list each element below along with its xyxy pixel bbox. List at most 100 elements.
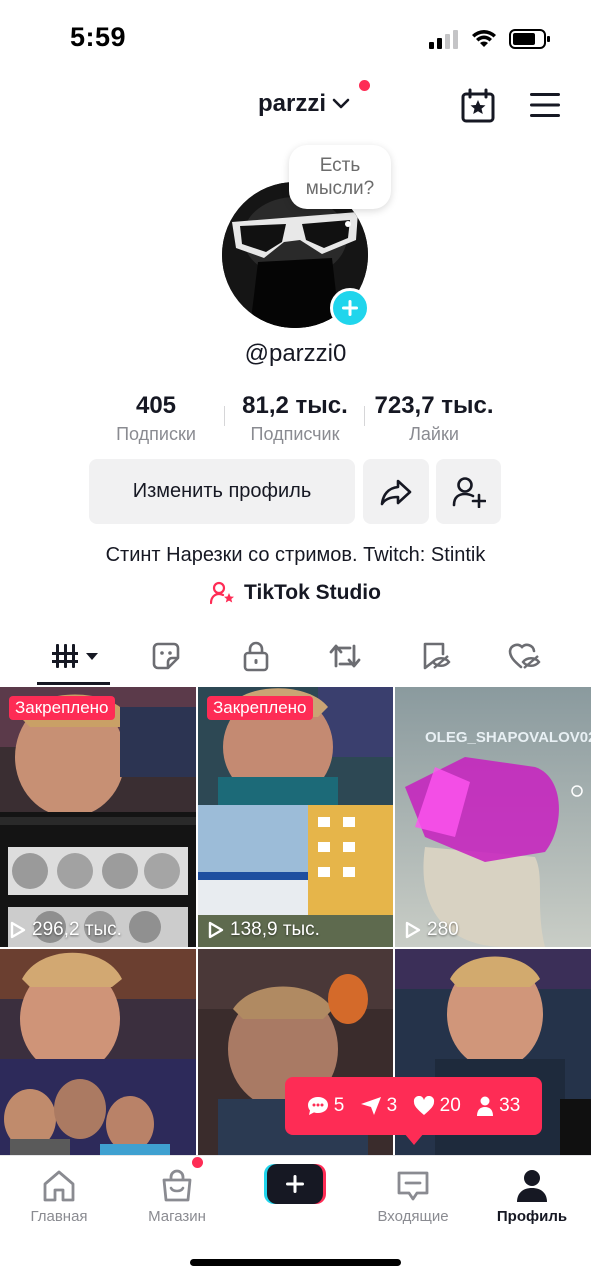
header-username: parzzi	[258, 90, 327, 117]
toast-shares-count: 3	[386, 1095, 398, 1116]
wifi-icon	[472, 30, 496, 47]
person-icon	[477, 1096, 494, 1116]
pinned-badge: Закреплено	[9, 696, 115, 720]
play-icon	[208, 921, 224, 939]
tab-reposts[interactable]	[315, 630, 375, 682]
stat-divider	[224, 406, 225, 426]
toast-pointer	[404, 1133, 424, 1145]
heart-icon	[413, 1096, 434, 1115]
stat-followers-value: 81,2 тыс.	[242, 392, 348, 419]
nav-profile-label: Профиль	[496, 1208, 568, 1225]
pinned-badge: Закреплено	[207, 696, 313, 720]
nav-shop[interactable]: Магазин	[127, 1164, 227, 1225]
stat-likes-value: 723,7 тыс.	[374, 392, 494, 419]
comment-icon	[307, 1097, 328, 1115]
stat-followers[interactable]: 81,2 тыс. Подписчик	[231, 392, 359, 445]
shopping-bag-icon	[162, 1169, 192, 1202]
status-bar: 5:59	[0, 0, 591, 80]
view-count-text: 280	[427, 919, 459, 940]
activity-notification[interactable]: 5 3 20 33	[285, 1077, 542, 1135]
video-thumbnail[interactable]: Закреплено 138,9 тыс.	[198, 687, 393, 947]
thumbnail-image	[198, 687, 393, 947]
heart-hidden-icon	[508, 643, 541, 669]
account-notification-dot	[359, 80, 370, 91]
video-thumbnail[interactable]: OLEG_SHAPOVALOV02 280	[395, 687, 591, 947]
play-icon	[10, 921, 26, 939]
thumbnail-image: OLEG_SHAPOVALOV02	[395, 687, 591, 947]
add-story-button[interactable]	[330, 288, 370, 328]
profile-stats: 405 Подписки 81,2 тыс. Подписчик 723,7 т…	[0, 392, 591, 452]
tab-liked[interactable]	[494, 630, 554, 682]
nav-inbox[interactable]: Входящие	[363, 1164, 463, 1225]
view-count: 296,2 тыс.	[10, 919, 122, 941]
tab-favorites[interactable]	[405, 630, 465, 682]
thought-bubble[interactable]: Есть мысли?	[289, 145, 391, 209]
battery-icon	[509, 29, 550, 49]
view-count: 138,9 тыс.	[208, 919, 320, 941]
toast-likes-count: 20	[439, 1095, 461, 1116]
play-icon	[405, 921, 421, 939]
tab-private[interactable]	[226, 630, 286, 682]
tab-videos[interactable]	[44, 630, 104, 682]
profile-header: parzzi	[0, 80, 591, 132]
status-time: 5:59	[70, 22, 127, 52]
stat-divider	[364, 406, 365, 426]
stat-following[interactable]: 405 Подписки	[95, 392, 217, 445]
send-icon	[360, 1097, 381, 1115]
overlay-watermark: OLEG_SHAPOVALOV02	[425, 729, 591, 746]
inbox-icon	[397, 1171, 429, 1201]
thought-bubble-text: Есть мысли?	[305, 155, 375, 199]
toast-shares: 3	[360, 1095, 398, 1117]
stat-likes[interactable]: 723,7 тыс. Лайки	[366, 392, 502, 445]
add-user-icon	[452, 476, 486, 508]
toast-followers-count: 33	[499, 1095, 521, 1116]
home-indicator[interactable]	[190, 1259, 401, 1266]
add-friend-button[interactable]	[436, 459, 501, 524]
profile-icon	[517, 1170, 547, 1202]
home-icon	[43, 1170, 75, 1202]
share-profile-button[interactable]	[363, 459, 429, 524]
tiktok-studio-link[interactable]: TikTok Studio	[0, 581, 591, 605]
stat-following-value: 405	[135, 392, 177, 419]
view-count-text: 296,2 тыс.	[32, 919, 122, 940]
toast-followers: 33	[476, 1095, 520, 1117]
menu-icon[interactable]	[530, 92, 560, 118]
thumbnail-image	[0, 687, 196, 947]
edit-profile-button[interactable]: Изменить профиль	[89, 459, 355, 524]
toast-comments-count: 5	[333, 1095, 345, 1116]
stat-followers-label: Подписчик	[250, 424, 340, 444]
stat-following-label: Подписки	[116, 424, 196, 444]
toast-likes: 20	[413, 1095, 461, 1117]
active-tab-indicator	[37, 682, 110, 685]
lock-icon	[243, 641, 269, 672]
signal-icon	[429, 30, 458, 49]
status-icons	[429, 28, 551, 50]
view-count-text: 138,9 тыс.	[230, 919, 320, 940]
nav-profile[interactable]: Профиль	[482, 1164, 582, 1225]
video-thumbnail[interactable]	[0, 949, 196, 1157]
repost-icon	[329, 644, 361, 668]
studio-label: TikTok Studio	[244, 581, 381, 604]
profile-bio: Стинт Нарезки со стримов. Twitch: Stinti…	[105, 544, 486, 566]
chevron-down-icon	[332, 98, 350, 109]
create-plus-icon	[264, 1164, 326, 1204]
bookmark-hidden-icon	[423, 642, 451, 670]
profile-handle: @parzzi0	[244, 340, 347, 367]
shop-notification-dot	[192, 1157, 203, 1168]
create-video-button[interactable]	[264, 1164, 326, 1204]
tab-stickers[interactable]	[136, 630, 196, 682]
toast-comments: 5	[307, 1095, 345, 1117]
view-count: 280	[405, 919, 459, 941]
plus-icon	[342, 300, 358, 316]
nav-inbox-label: Входящие	[377, 1208, 449, 1225]
sticker-icon	[152, 642, 180, 670]
user-star-icon	[210, 581, 235, 605]
share-arrow-icon	[380, 479, 412, 505]
calendar-star-icon[interactable]	[460, 88, 496, 124]
video-thumbnail[interactable]: Закреплено 296,2 тыс.	[0, 687, 196, 947]
stat-likes-label: Лайки	[409, 424, 459, 444]
nav-home-label: Главная	[30, 1208, 88, 1225]
account-switcher[interactable]: parzzi	[258, 90, 350, 118]
content-tabs	[0, 630, 591, 686]
nav-home[interactable]: Главная	[9, 1164, 109, 1225]
